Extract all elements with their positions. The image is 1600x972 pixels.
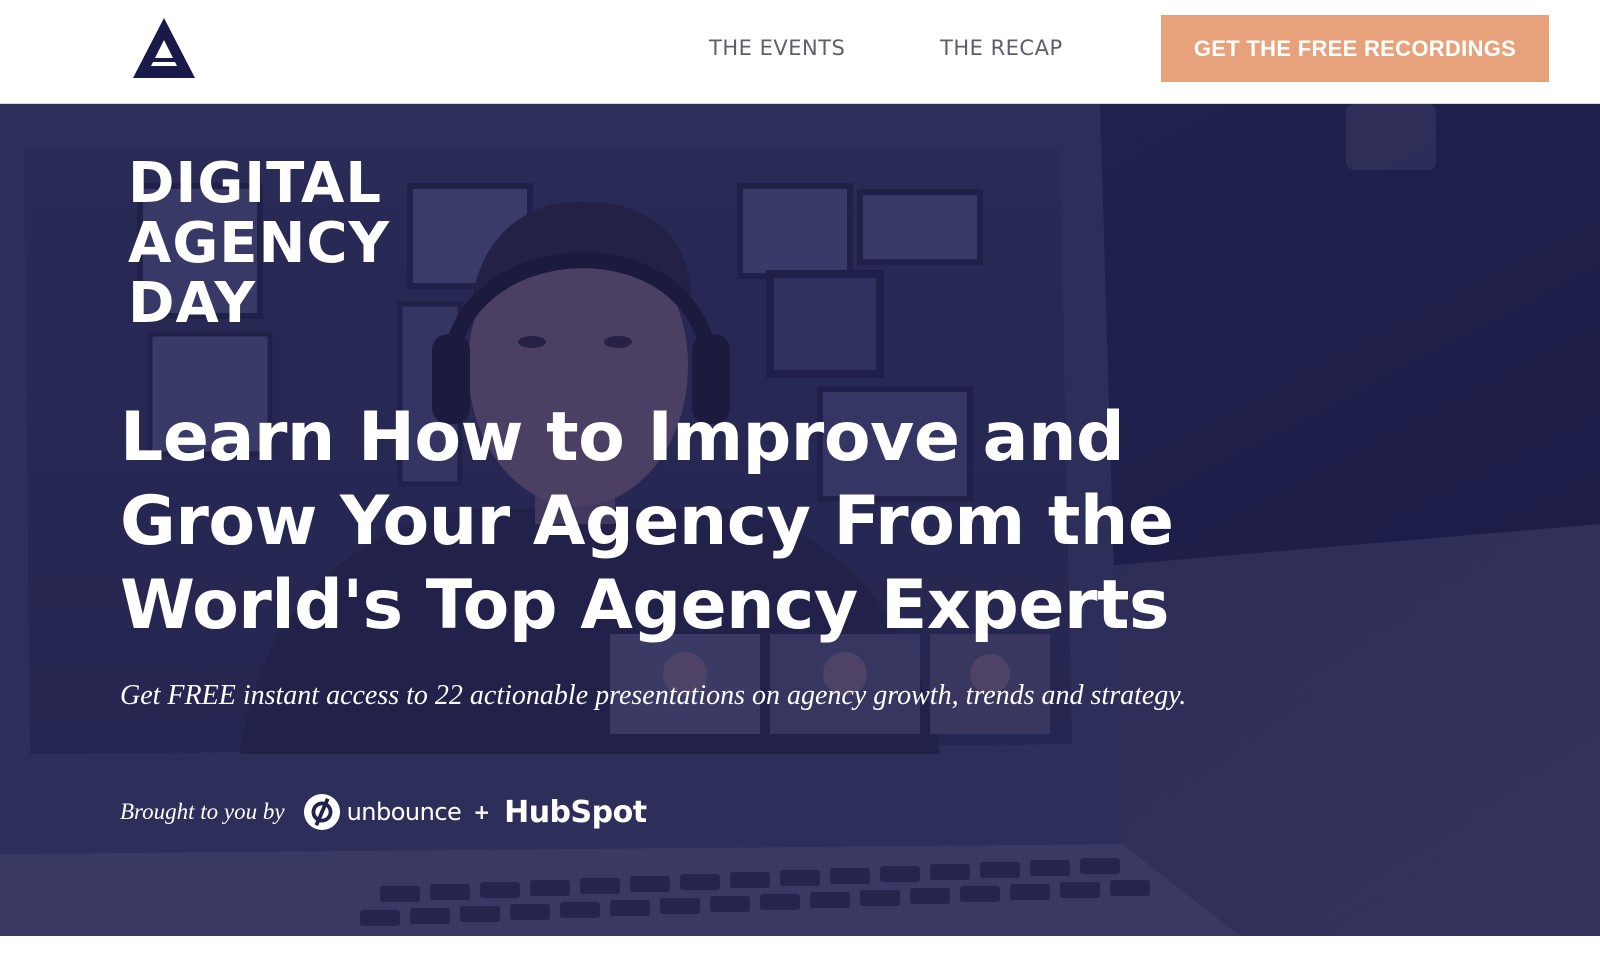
site-header: THE EVENTS THE RECAP GET THE FREE RECORD… [0,0,1600,104]
event-logo-line-day: DAY [128,271,257,336]
hero-section: DIGITAL AGENCY DAY Learn How to Improve … [0,104,1600,936]
sponsor-intro-text: Brought to you by [120,799,285,824]
unbounce-wordmark: unbounce [346,798,462,826]
hero-subheadline: Get FREE instant access to 22 actionable… [120,680,1187,711]
digital-agency-day-logo: DIGITAL AGENCY DAY [128,154,390,334]
get-free-recordings-button[interactable]: GET THE FREE RECORDINGS [1161,15,1549,82]
event-logo-line-agency: AGENCY [128,211,391,276]
event-logo-line-digital: DIGITAL [128,151,382,216]
unbounce-logo-icon [303,793,340,831]
nav-link-the-recap[interactable]: THE RECAP [940,34,1063,62]
a-triangle-logo-icon[interactable] [132,16,196,80]
sponsor-bar: Brought to you by unbounce + HubSpot [120,790,647,834]
sponsor-separator: + [473,800,491,824]
hubspot-wordmark: HubSpot [504,794,647,830]
hero-headline: Learn How to Improve and Grow Your Agenc… [120,398,1174,645]
nav-link-the-events[interactable]: THE EVENTS [709,34,845,62]
